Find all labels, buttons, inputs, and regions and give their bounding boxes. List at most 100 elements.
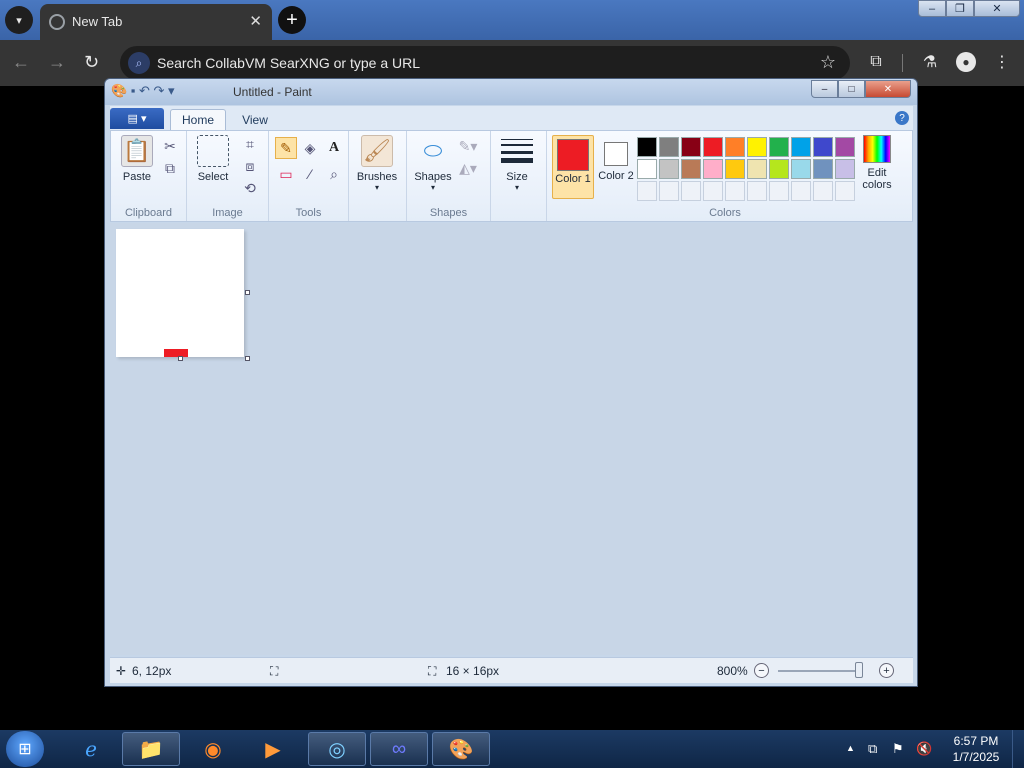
resize-handle-bottom[interactable] [178, 356, 183, 361]
shapes-button[interactable]: ⬭ Shapes ▾ [411, 135, 455, 192]
labs-flask-icon[interactable]: ⚗ [918, 50, 942, 74]
back-button[interactable]: ← [12, 52, 30, 73]
quick-access-toolbar[interactable]: 🎨 ▪ ↶ ↷ ▾ [111, 83, 175, 99]
chrome-icon[interactable]: ◎ [308, 732, 366, 766]
palette-swatch-empty[interactable] [791, 181, 811, 201]
palette-swatch[interactable] [725, 159, 745, 179]
zoom-in-button[interactable]: + [879, 663, 894, 678]
tab-search-button[interactable]: ▾ [5, 6, 33, 34]
ie-icon[interactable]: ℯ [62, 732, 120, 766]
drawing-canvas[interactable] [116, 229, 244, 357]
palette-swatch[interactable] [813, 159, 833, 179]
palette-swatch[interactable] [659, 137, 679, 157]
palette-swatch-empty[interactable] [703, 181, 723, 201]
select-button[interactable]: Select [193, 135, 233, 183]
minimize-button[interactable]: – [918, 0, 946, 17]
palette-swatch[interactable] [725, 137, 745, 157]
clock[interactable]: 6:57 PM 1/7/2025 [944, 733, 1008, 765]
palette-swatch-empty[interactable] [725, 181, 745, 201]
resize-icon[interactable]: ⧈ [239, 155, 261, 177]
canvas-area[interactable] [110, 223, 913, 655]
volume-muted-icon[interactable]: 🔇 [916, 741, 932, 757]
crop-icon[interactable]: ⌗ [239, 133, 261, 155]
color1-button[interactable]: Color 1 [552, 135, 594, 199]
paint-maximize-button[interactable]: □ [838, 80, 865, 98]
size-button[interactable]: Size ▾ [497, 135, 537, 192]
maximize-button[interactable]: ❐ [946, 0, 974, 17]
palette-swatch[interactable] [659, 159, 679, 179]
fill-bucket-icon[interactable]: ◈ [299, 137, 321, 159]
magnifier-icon[interactable]: ⌕ [323, 163, 345, 185]
paint-minimize-button[interactable]: – [811, 80, 838, 98]
palette-swatch[interactable] [637, 159, 657, 179]
reload-button[interactable]: ↻ [84, 52, 99, 73]
palette-swatch[interactable] [769, 159, 789, 179]
firefox-icon[interactable]: ◉ [184, 732, 242, 766]
palette-swatch-empty[interactable] [681, 181, 701, 201]
cut-icon[interactable]: ✂ [159, 135, 181, 157]
palette-swatch[interactable] [681, 137, 701, 157]
paint-close-button[interactable]: ✕ [865, 80, 911, 98]
brushes-button[interactable]: 🖌 Brushes ▾ [355, 135, 399, 192]
resize-handle-right[interactable] [245, 290, 250, 295]
new-tab-button[interactable]: + [278, 6, 306, 34]
zoom-slider-thumb[interactable] [855, 662, 863, 678]
color2-button[interactable]: Color 2 [595, 135, 637, 199]
palette-swatch[interactable] [637, 137, 657, 157]
palette-swatch[interactable] [703, 159, 723, 179]
paint-menu-button[interactable]: ▤ ▾ [110, 108, 164, 129]
eraser-icon[interactable]: ▭ [275, 163, 297, 185]
forward-button[interactable]: → [48, 52, 66, 73]
palette-swatch[interactable] [791, 137, 811, 157]
text-tool-icon[interactable]: A [323, 137, 345, 159]
close-tab-icon[interactable]: ✕ [249, 12, 262, 30]
extensions-icon[interactable]: ⧉ [864, 50, 888, 74]
help-icon[interactable]: ? [895, 111, 909, 125]
infinity-app-icon[interactable]: ∞ [370, 732, 428, 766]
resize-handle-corner[interactable] [245, 356, 250, 361]
palette-swatch[interactable] [835, 137, 855, 157]
media-player-icon[interactable]: ▶ [244, 732, 302, 766]
fill-icon[interactable]: ◭▾ [457, 157, 479, 179]
network-icon[interactable]: ⧉ [868, 741, 877, 757]
paint-title-bar[interactable]: 🎨 ▪ ↶ ↷ ▾ Untitled - Paint – □ ✕ [105, 79, 917, 105]
palette-swatch-empty[interactable] [747, 181, 767, 201]
menu-kebab-icon[interactable]: ⋮ [990, 50, 1014, 74]
address-bar[interactable]: ⌕ Search CollabVM SearXNG or type a URL … [120, 46, 850, 80]
zoom-slider[interactable] [778, 670, 858, 672]
paint-icon[interactable]: 🎨 [432, 732, 490, 766]
file-explorer-icon[interactable]: 📁 [122, 732, 180, 766]
tab-home[interactable]: Home [170, 109, 226, 130]
edit-colors-button[interactable]: Edit colors [859, 135, 895, 191]
palette-swatch[interactable] [813, 137, 833, 157]
show-hidden-icons[interactable]: ▲ [846, 743, 855, 753]
palette-swatch-empty[interactable] [769, 181, 789, 201]
palette-swatch[interactable] [835, 159, 855, 179]
copy-icon[interactable]: ⧉ [159, 157, 181, 179]
outline-icon[interactable]: ✎▾ [457, 135, 479, 157]
palette-swatch[interactable] [747, 159, 767, 179]
bookmark-star-icon[interactable]: ☆ [820, 52, 836, 73]
rotate-icon[interactable]: ⟲ [239, 177, 261, 199]
palette-swatch[interactable] [769, 137, 789, 157]
close-button[interactable]: ✕ [974, 0, 1020, 17]
palette-swatch-empty[interactable] [835, 181, 855, 201]
brushes-group[interactable]: 🖌 Brushes ▾ [349, 131, 407, 221]
show-desktop-button[interactable] [1012, 730, 1024, 768]
color-picker-icon[interactable]: ⁄ [299, 163, 321, 185]
profile-button[interactable]: ● [954, 50, 978, 74]
palette-swatch[interactable] [791, 159, 811, 179]
start-button[interactable]: ⊞ [6, 731, 44, 767]
palette-swatch[interactable] [681, 159, 701, 179]
palette-swatch[interactable] [703, 137, 723, 157]
palette-swatch-empty[interactable] [637, 181, 657, 201]
palette-swatch-empty[interactable] [659, 181, 679, 201]
action-center-flag-icon[interactable]: ⚑ [892, 741, 904, 757]
zoom-out-button[interactable]: − [754, 663, 769, 678]
palette-swatch[interactable] [747, 137, 767, 157]
size-group[interactable]: Size ▾ [491, 131, 547, 221]
tab-view[interactable]: View [232, 109, 278, 130]
paste-button[interactable]: 📋 Paste [117, 135, 157, 183]
palette-swatch-empty[interactable] [813, 181, 833, 201]
tab-new-tab[interactable]: New Tab ✕ [40, 4, 272, 40]
